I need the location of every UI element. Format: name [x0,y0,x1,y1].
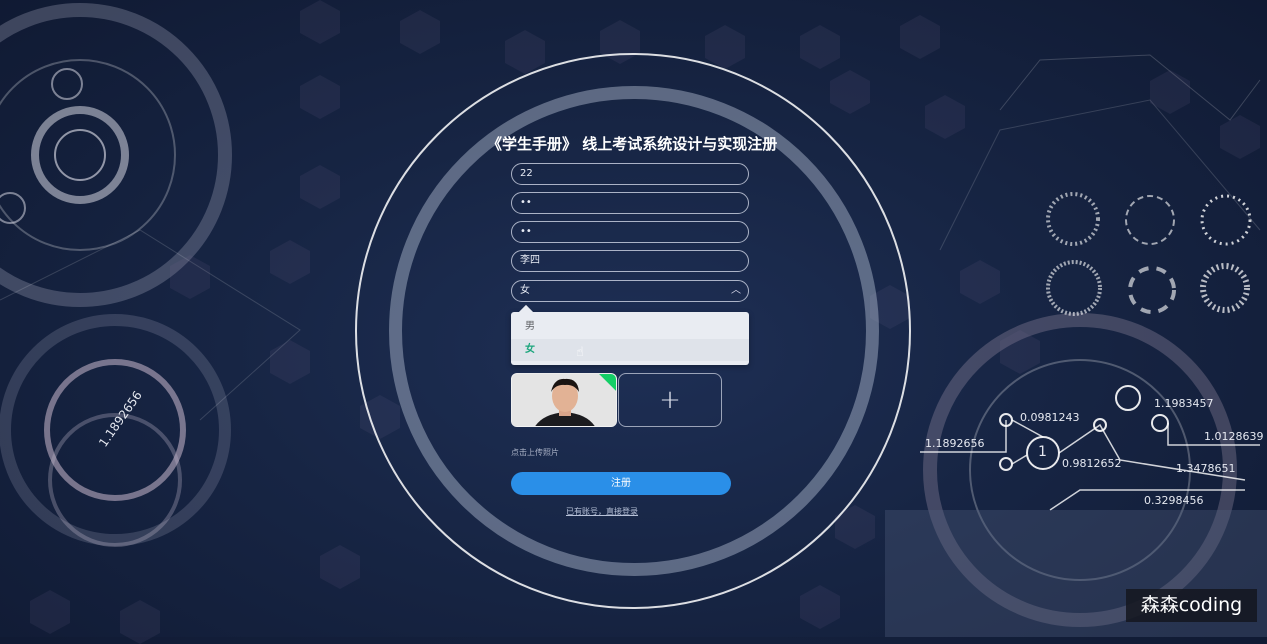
page-title: 《学生手册》 线上考试系统设计与实现注册 [487,135,778,153]
decor-number: 0.9812652 [1062,457,1122,470]
register-button[interactable]: 注册 [511,472,731,495]
decor-number: 0.0981243 [1020,411,1080,424]
pointer-cursor-icon: ☝ [576,345,584,360]
decor-number: 0.3298456 [1144,494,1204,507]
gender-select-value: 女 [520,285,530,296]
decor-number: 1.1892656 [925,437,985,450]
watermark: 森森coding [1126,589,1257,622]
gender-dropdown: 男 女 [511,312,749,365]
username-field[interactable]: 22 [511,163,749,185]
gender-option-male[interactable]: 男 [511,316,749,338]
chevron-up-icon: ︿ [731,285,741,296]
uploaded-photo[interactable] [511,373,617,427]
confirm-password-field[interactable]: •• [511,221,749,243]
add-photo-button[interactable]: + [618,373,722,427]
name-field[interactable]: 李四 [511,250,749,272]
upload-hint: 点击上传照片 [511,448,559,457]
gender-option-female[interactable]: 女 [511,339,749,361]
avatar-photo [512,374,616,426]
login-link[interactable]: 已有账号，直接登录 [566,506,638,517]
decor-number: 1 [1038,444,1047,460]
decor-number: 1.0128639 [1204,430,1264,443]
decor-number: 1.1983457 [1154,397,1214,410]
decor-number: 1.3478651 [1176,462,1236,475]
gender-select[interactable]: 女 ︿ [511,280,749,302]
password-field[interactable]: •• [511,192,749,214]
